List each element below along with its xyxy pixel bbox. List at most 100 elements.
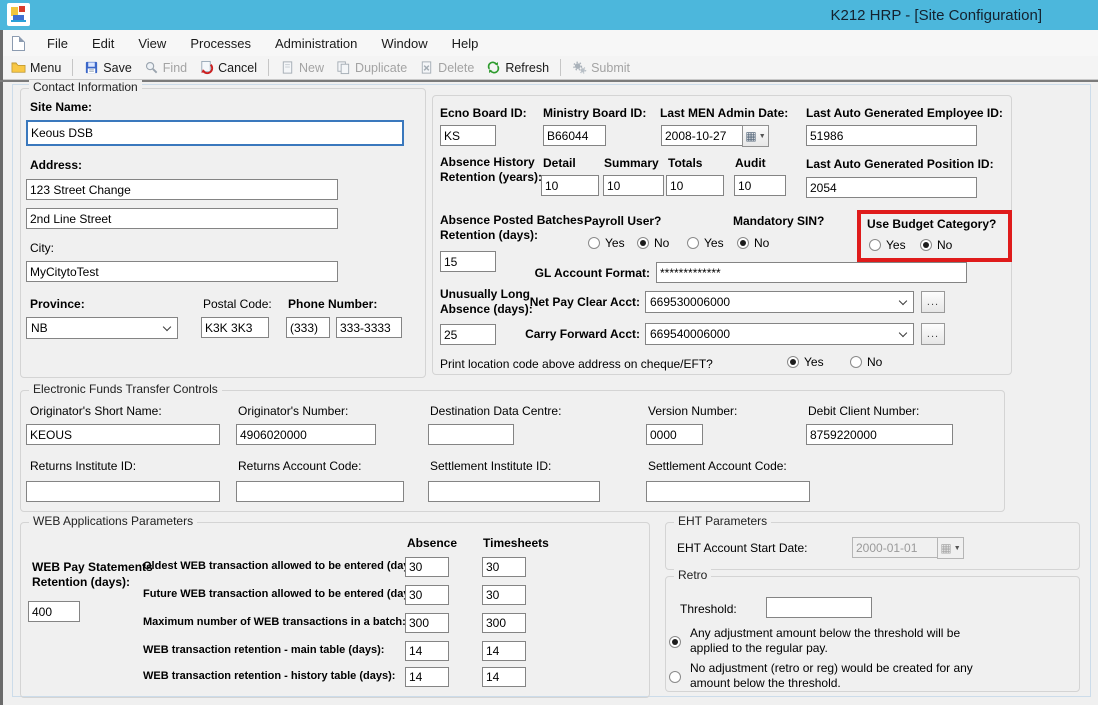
returns-institute-id-label: Returns Institute ID: bbox=[30, 459, 136, 473]
web-row-timesheets-input[interactable] bbox=[482, 667, 526, 687]
absence-posted-batches-input[interactable] bbox=[440, 251, 496, 272]
timesheets-column-header: Timesheets bbox=[483, 536, 549, 550]
web-row-absence-input[interactable] bbox=[405, 557, 449, 577]
address-line1-input[interactable] bbox=[26, 179, 338, 200]
payroll-user-label: Payroll User? bbox=[584, 214, 661, 228]
web-row-timesheets-input[interactable] bbox=[482, 641, 526, 661]
site-name-input[interactable] bbox=[26, 120, 404, 146]
refresh-button[interactable]: Refresh bbox=[481, 58, 554, 77]
payroll-user-yes-radio[interactable]: Yes bbox=[588, 236, 625, 250]
menu-file[interactable]: File bbox=[37, 33, 78, 54]
settlement-institute-id-input[interactable] bbox=[428, 481, 600, 502]
delete-button[interactable]: Delete bbox=[414, 58, 479, 77]
unusually-long-absence-input[interactable] bbox=[440, 324, 496, 345]
document-icon[interactable] bbox=[12, 36, 25, 51]
app-icon bbox=[7, 3, 30, 26]
net-pay-browse-button[interactable]: ... bbox=[921, 291, 945, 313]
audit-input[interactable] bbox=[734, 175, 786, 196]
postal-code-input[interactable] bbox=[201, 317, 269, 338]
phone-number-input[interactable] bbox=[336, 317, 402, 338]
payroll-user-no-radio[interactable]: No bbox=[637, 236, 669, 250]
last-auto-employee-id-input[interactable] bbox=[806, 125, 977, 146]
find-button[interactable]: Find bbox=[139, 58, 192, 77]
ministry-board-id-input[interactable] bbox=[543, 125, 606, 146]
carry-forward-browse-button[interactable]: ... bbox=[921, 323, 945, 345]
eht-account-start-date-input bbox=[852, 537, 938, 558]
retro-option2-radio[interactable] bbox=[669, 671, 681, 683]
title-bar: K212 HRP - [Site Configuration] bbox=[0, 0, 1098, 30]
threshold-input[interactable] bbox=[766, 597, 872, 618]
debit-client-number-input[interactable] bbox=[806, 424, 953, 445]
destination-data-centre-input[interactable] bbox=[428, 424, 514, 445]
print-location-yes-radio[interactable]: Yes bbox=[787, 355, 824, 369]
originators-short-name-label: Originator's Short Name: bbox=[30, 404, 162, 418]
menu-bar: File Edit View Processes Administration … bbox=[0, 30, 1098, 56]
save-icon bbox=[84, 60, 99, 75]
detail-label: Detail bbox=[543, 156, 576, 170]
ecno-board-id-input[interactable] bbox=[440, 125, 496, 146]
web-row-timesheets-input[interactable] bbox=[482, 585, 526, 605]
originators-number-input[interactable] bbox=[236, 424, 376, 445]
mandatory-sin-no-radio[interactable]: No bbox=[737, 236, 769, 250]
address-line2-input[interactable] bbox=[26, 208, 338, 229]
chevron-down-icon bbox=[899, 329, 907, 337]
application-window: K212 HRP - [Site Configuration] File Edi… bbox=[0, 0, 1098, 705]
group-caption: Contact Information bbox=[29, 80, 142, 94]
web-row-absence-input[interactable] bbox=[405, 641, 449, 661]
totals-input[interactable] bbox=[666, 175, 724, 196]
submit-button[interactable]: Submit bbox=[567, 58, 635, 77]
menu-administration[interactable]: Administration bbox=[265, 33, 367, 54]
new-button[interactable]: New bbox=[275, 58, 329, 77]
retro-option1-radio[interactable] bbox=[669, 636, 681, 648]
web-row-absence-input[interactable] bbox=[405, 585, 449, 605]
cancel-button[interactable]: Cancel bbox=[194, 58, 262, 77]
debit-client-number-label: Debit Client Number: bbox=[808, 404, 919, 418]
window-left-edge bbox=[0, 30, 3, 705]
use-budget-category-no-radio[interactable]: No bbox=[920, 238, 952, 252]
web-row-absence-input[interactable] bbox=[405, 667, 449, 687]
web-row-label: Future WEB transaction allowed to be ent… bbox=[143, 588, 423, 600]
net-pay-clear-acct-select[interactable]: 669530006000 bbox=[645, 291, 914, 313]
web-row-absence-input[interactable] bbox=[405, 613, 449, 633]
returns-account-code-label: Returns Account Code: bbox=[238, 459, 361, 473]
group-caption: Retro bbox=[674, 568, 711, 582]
print-location-no-radio[interactable]: No bbox=[850, 355, 882, 369]
phone-area-input[interactable] bbox=[286, 317, 330, 338]
menu-view[interactable]: View bbox=[128, 33, 176, 54]
save-button[interactable]: Save bbox=[79, 58, 137, 77]
menu-window[interactable]: Window bbox=[371, 33, 437, 54]
province-select[interactable]: NB bbox=[26, 317, 178, 339]
summary-input[interactable] bbox=[603, 175, 664, 196]
mandatory-sin-label: Mandatory SIN? bbox=[733, 214, 824, 228]
audit-label: Audit bbox=[735, 156, 766, 170]
web-row-timesheets-input[interactable] bbox=[482, 557, 526, 577]
retro-option2-label: No adjustment (retro or reg) would be cr… bbox=[690, 661, 996, 691]
radio-selected-icon bbox=[669, 636, 681, 648]
menu-help[interactable]: Help bbox=[442, 33, 489, 54]
folder-icon bbox=[11, 60, 26, 75]
originators-short-name-input[interactable] bbox=[26, 424, 220, 445]
last-auto-position-id-input[interactable] bbox=[806, 177, 977, 198]
gl-account-format-input[interactable] bbox=[656, 262, 967, 283]
returns-institute-id-input[interactable] bbox=[26, 481, 220, 502]
detail-input[interactable] bbox=[541, 175, 599, 196]
version-number-input[interactable] bbox=[646, 424, 703, 445]
city-input[interactable] bbox=[26, 261, 338, 282]
carry-forward-acct-select[interactable]: 669540006000 bbox=[645, 323, 914, 345]
menu-button[interactable]: Menu bbox=[6, 58, 66, 77]
settlement-account-code-input[interactable] bbox=[646, 481, 810, 502]
returns-account-code-input[interactable] bbox=[236, 481, 404, 502]
web-row-label: WEB transaction retention - history tabl… bbox=[143, 670, 395, 682]
use-budget-category-yes-radio[interactable]: Yes bbox=[869, 238, 906, 252]
date-picker-button[interactable]: ▦▼ bbox=[742, 125, 769, 147]
menu-edit[interactable]: Edit bbox=[82, 33, 124, 54]
web-pay-statements-retention-input[interactable] bbox=[28, 601, 80, 622]
group-caption: WEB Applications Parameters bbox=[29, 514, 197, 528]
last-men-admin-date-input[interactable] bbox=[661, 125, 743, 146]
mandatory-sin-yes-radio[interactable]: Yes bbox=[687, 236, 724, 250]
chevron-down-icon bbox=[163, 323, 171, 331]
web-row-timesheets-input[interactable] bbox=[482, 613, 526, 633]
menu-processes[interactable]: Processes bbox=[180, 33, 261, 54]
delete-icon bbox=[419, 60, 434, 75]
duplicate-button[interactable]: Duplicate bbox=[331, 58, 412, 77]
